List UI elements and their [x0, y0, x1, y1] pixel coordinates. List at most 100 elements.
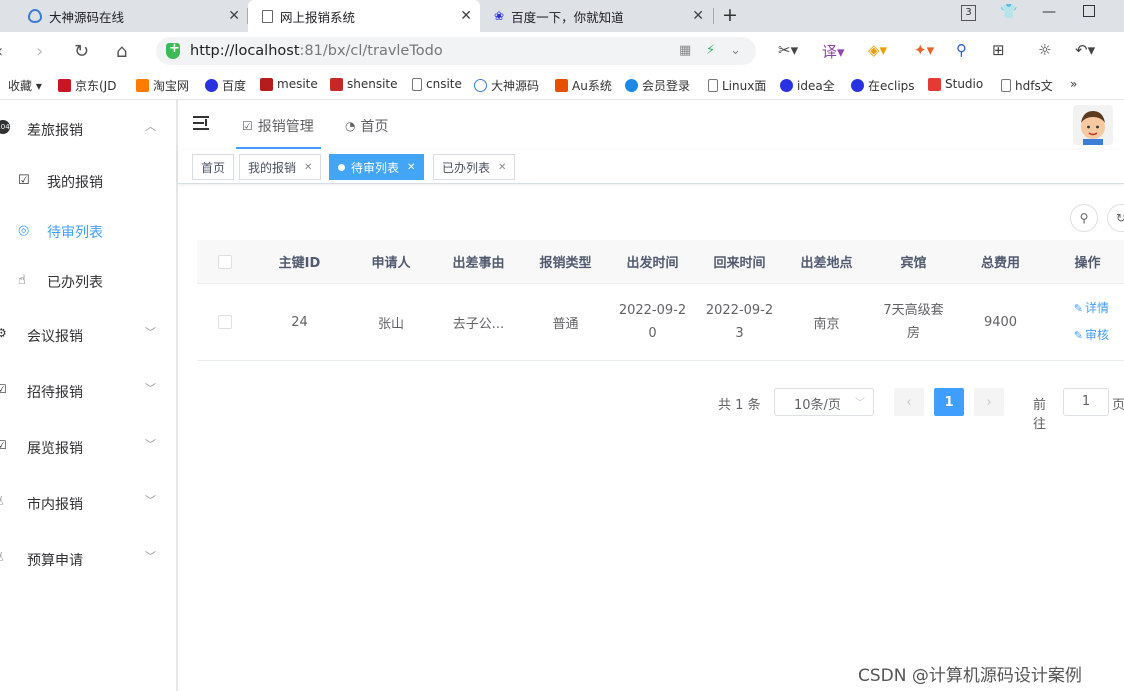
bookmark-item[interactable]: 在eclips [851, 77, 915, 94]
bookmark-item[interactable]: hdfs文 [1001, 77, 1053, 94]
active-dot-icon [338, 163, 345, 171]
sidebar-item-my-claims[interactable]: ☑ 我的报销 [0, 156, 176, 206]
wallet-shield-icon[interactable]: ◈▾ [868, 41, 887, 59]
nav-tab-home[interactable]: ◔ 首页 [345, 116, 388, 136]
game-icon[interactable]: ✦▾ [914, 41, 934, 59]
tag-my-claims[interactable]: 我的报销 ✕ [239, 154, 322, 180]
goto-page-input[interactable]: 1 [1063, 388, 1109, 416]
column-header[interactable]: 宾馆 [870, 240, 957, 283]
sidebar-item-pending-review[interactable]: ◎ 待审列表 [0, 206, 176, 256]
url-text[interactable]: http://localhost:81/bx/cl/travleTodo [190, 43, 443, 59]
grid-icon[interactable]: ▦ [679, 43, 691, 58]
sidebar-group-exhibition[interactable]: ☑ 展览报销 ﹀ [0, 418, 176, 474]
sidebar-group-local[interactable]: ☝ 市内报销 ﹀ [0, 474, 176, 530]
au-icon [555, 79, 568, 92]
tag-home[interactable]: 首页 [192, 154, 235, 180]
row-checkbox[interactable] [218, 315, 232, 329]
chevron-down-icon: ﹀ [145, 550, 156, 563]
home-icon[interactable]: ⌂ [116, 41, 127, 62]
cell-depart-time: 2022-09-2 0 [609, 284, 696, 360]
reload-icon[interactable]: ↻ [74, 41, 89, 62]
user-avatar-icon [1081, 111, 1105, 145]
tag-done-list[interactable]: 已办列表 ✕ [433, 154, 516, 180]
bookmark-item[interactable]: 百度 [205, 77, 246, 94]
refresh-button[interactable]: ↻ [1107, 204, 1124, 232]
brightness-icon[interactable]: ☼ [1038, 41, 1051, 59]
close-tab-icon[interactable]: ✕ [692, 8, 704, 24]
chevron-down-icon: ﹀ [855, 398, 865, 409]
avatar[interactable] [1073, 105, 1113, 145]
column-header[interactable]: 出差地点 [783, 240, 870, 283]
bookmark-item[interactable]: 淘宝网 [136, 77, 189, 94]
cell-text-line: 房 [906, 326, 920, 341]
browser-tab-baidu[interactable]: ❀ 百度一下，你就知道 ✕ [480, 0, 712, 32]
cell-applicant: 张山 [377, 316, 404, 332]
close-tab-icon[interactable]: ✕ [228, 8, 240, 24]
tag-pending-review[interactable]: 待审列表 ✕ [329, 154, 425, 180]
baidu-paw-icon: ❀ [494, 9, 505, 23]
review-button[interactable]: ✎ 审核 [1074, 322, 1109, 349]
bookmark-item[interactable]: Studio [928, 77, 983, 91]
chevron-down-icon[interactable]: ⌄ [730, 43, 741, 58]
column-header[interactable]: 总费用 [957, 240, 1044, 283]
column-header[interactable]: 出发时间 [609, 240, 696, 283]
sidebar-group-travel[interactable]: 104 差旅报销 ︿ [0, 100, 176, 156]
cell-type: 普通 [552, 316, 579, 332]
hand-icon: ☝ [0, 550, 10, 564]
search-icon[interactable]: ⚲ [956, 41, 967, 59]
bookmark-favorites[interactable]: 收藏 ▾ [0, 77, 42, 94]
column-header[interactable]: 申请人 [347, 240, 435, 283]
prev-page-button[interactable]: ‹ [894, 388, 924, 416]
sidebar-group-budget[interactable]: ☝ 预算申请 ﹀ [0, 530, 176, 586]
bookmark-item[interactable]: 京东(JD [58, 77, 116, 94]
bookmark-item[interactable]: cnsite [412, 77, 462, 91]
translate-icon[interactable]: 译▾ [822, 41, 845, 62]
sidebar-item-done-list[interactable]: ☝ 已办列表 [0, 256, 176, 306]
bookmark-item[interactable]: 会员登录 [625, 77, 690, 94]
bookmark-item[interactable]: Au系统 [555, 77, 612, 94]
nav-tab-claims-mgmt[interactable]: ☑ 报销管理 [242, 116, 314, 136]
sidebar-group-meeting[interactable]: ⚙ 会议报销 ﹀ [0, 306, 176, 362]
select-all-checkbox[interactable] [218, 254, 232, 269]
close-tab-icon[interactable]: ✕ [460, 8, 472, 24]
browser-tab-dashen[interactable]: 大神源码在线 ✕ [0, 0, 248, 32]
edit-icon: ✎ [1073, 302, 1083, 315]
detail-button[interactable]: ✎ 详情 [1074, 295, 1109, 322]
checkbox-icon: ☑ [242, 119, 253, 133]
column-header[interactable]: 回来时间 [696, 240, 783, 283]
bookmarks-more[interactable]: » [1070, 77, 1077, 91]
nav-tab-label: 报销管理 [257, 119, 314, 135]
close-icon[interactable]: ✕ [304, 162, 312, 173]
new-tab-icon[interactable]: + [722, 4, 738, 26]
close-icon[interactable]: ✕ [498, 162, 506, 173]
page-number-current[interactable]: 1 [934, 388, 964, 416]
page-size-select[interactable]: 10条/页 ﹀ [774, 388, 874, 416]
browser-tab-active[interactable]: 网上报销系统 ✕ [248, 0, 480, 32]
back-icon[interactable]: ‹ [0, 41, 3, 62]
lightning-icon[interactable]: ⚡ [706, 43, 715, 58]
bookmark-item[interactable]: mesite [260, 77, 318, 91]
bookmark-item[interactable]: 大神源码 [474, 77, 539, 94]
url-field[interactable]: http://localhost:81/bx/cl/travleTodo ▦ ⚡… [156, 37, 756, 65]
bookmark-item[interactable]: idea全 [780, 77, 835, 94]
undo-icon[interactable]: ↶▾ [1075, 41, 1095, 59]
column-header[interactable]: 报销类型 [522, 240, 609, 283]
action-label: 详情 [1084, 301, 1109, 315]
next-page-button[interactable]: › [974, 388, 1004, 416]
column-header[interactable]: 出差事由 [435, 240, 522, 283]
maximize-icon[interactable] [1083, 5, 1095, 17]
close-icon[interactable]: ✕ [407, 162, 415, 173]
bookmark-item[interactable]: shensite [330, 77, 398, 91]
bookmark-item[interactable]: Linux面 [708, 77, 766, 94]
menu-toggle-icon[interactable] [193, 116, 211, 132]
sidebar-group-entertain[interactable]: ☑ 招待报销 ﹀ [0, 362, 176, 418]
forward-icon[interactable]: › [36, 41, 43, 62]
search-toggle-button[interactable]: ⚲ [1070, 204, 1098, 232]
scissors-icon[interactable]: ✂▾ [778, 41, 798, 59]
minimize-icon[interactable]: — [1042, 4, 1056, 20]
tab-count-badge[interactable]: 3 [961, 5, 976, 21]
column-header[interactable]: 主键ID [257, 240, 342, 283]
apps-grid-icon[interactable]: ⊞ [992, 41, 1005, 59]
hand-icon: ☝ [18, 273, 26, 288]
shirt-icon[interactable]: 👕 [1000, 4, 1017, 20]
